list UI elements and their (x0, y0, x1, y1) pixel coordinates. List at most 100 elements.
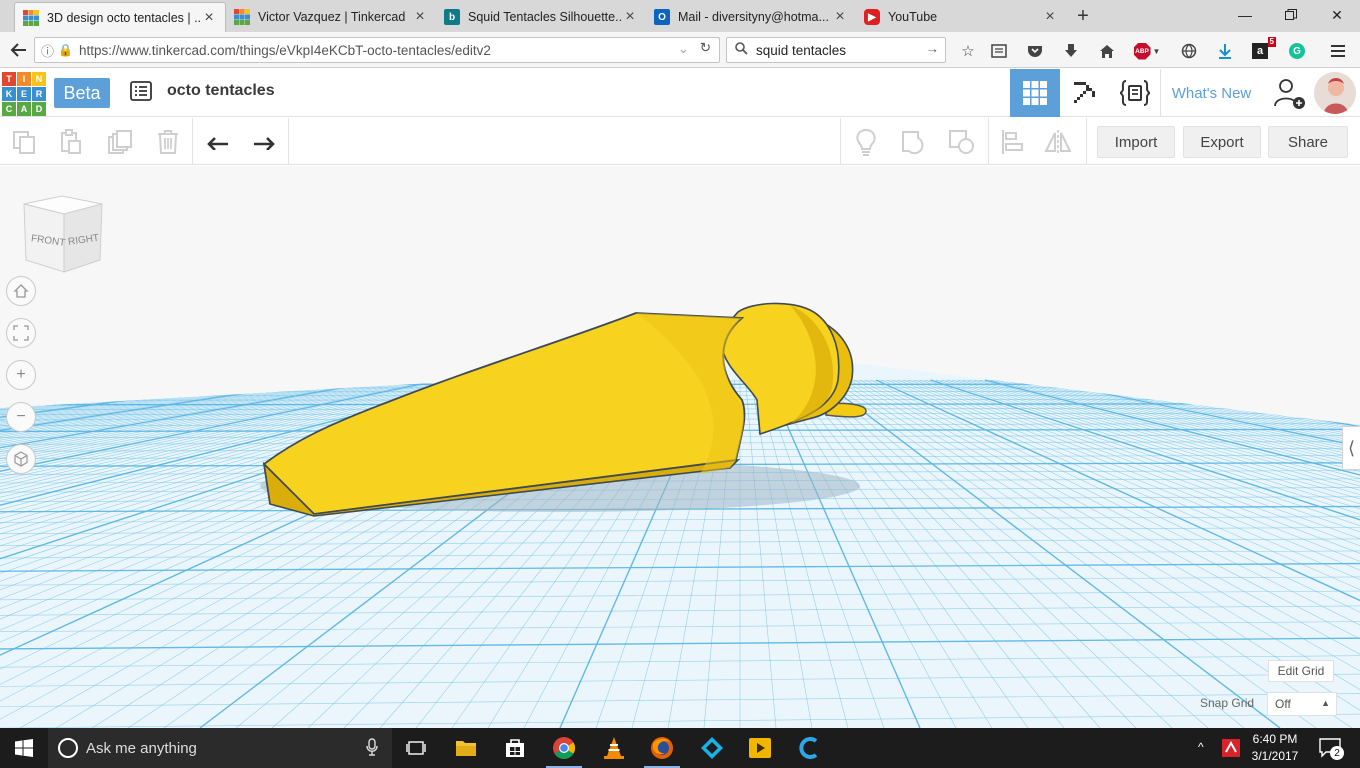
kodi-app[interactable] (688, 728, 736, 768)
export-button[interactable]: Export (1183, 126, 1261, 158)
search-go-icon[interactable]: → (926, 41, 940, 56)
download-status-icon[interactable] (1214, 40, 1236, 62)
vpn-globe-icon[interactable] (1178, 40, 1200, 62)
file-explorer-app[interactable] (442, 728, 490, 768)
view-cube[interactable]: FRONT RIGHT (23, 195, 103, 273)
redo-icon[interactable] (248, 126, 280, 158)
design-list-icon[interactable] (130, 81, 154, 103)
home-view-button[interactable] (6, 276, 36, 306)
group-icon[interactable] (898, 126, 930, 158)
bookmark-star-icon[interactable]: ☆ (957, 40, 979, 62)
logo-letter: K (2, 87, 16, 101)
delete-trash-icon[interactable] (152, 126, 184, 158)
tab-title: Squid Tentacles Silhouette... (468, 10, 622, 24)
close-tab-icon[interactable]: × (622, 8, 638, 26)
back-button[interactable] (6, 37, 32, 63)
store-bag-icon (506, 739, 524, 757)
media-player-app[interactable] (736, 728, 784, 768)
search-bar[interactable]: squid tentacles → (726, 37, 946, 63)
cortana-search-box[interactable]: Ask me anything (48, 728, 392, 768)
close-tab-icon[interactable]: × (1042, 8, 1058, 26)
close-tab-icon[interactable]: × (412, 8, 428, 26)
chrome-app[interactable] (540, 728, 588, 768)
close-tab-icon[interactable]: × (832, 8, 848, 26)
screen: 3D design octo tentacles | ... × Victor … (0, 0, 1360, 768)
chevron-up-icon[interactable]: ^ (1198, 740, 1204, 754)
tinkercad-favicon-icon (234, 9, 250, 25)
restore-window-button[interactable] (1268, 0, 1314, 30)
reload-icon[interactable]: ↻ (700, 40, 711, 56)
browser-tab-squid-silhouette[interactable]: b Squid Tentacles Silhouette... × (436, 2, 646, 32)
duplicate-icon[interactable] (104, 126, 136, 158)
dropdown-arrow-icon[interactable]: ⌄ (678, 41, 689, 57)
windows-logo-icon (15, 739, 33, 757)
tinkercad-header: TIN KER CAD Beta octo tentacles What's New (0, 69, 1360, 117)
paste-icon[interactable] (55, 126, 87, 158)
design-title[interactable]: octo tentacles (167, 82, 275, 100)
lock-icon: 🔒 (58, 43, 73, 57)
logo-letter: D (32, 102, 46, 116)
light-bulb-icon[interactable] (850, 126, 882, 158)
copy-icon[interactable] (8, 126, 40, 158)
action-center-icon[interactable]: 2 (1318, 737, 1344, 760)
add-collaborator-button[interactable] (1264, 69, 1314, 117)
tinkercad-logo[interactable]: TIN KER CAD (2, 72, 46, 116)
taskbar-clock[interactable]: 6:40 PM 3/1/2017 (1246, 731, 1304, 765)
clock-time: 6:40 PM (1252, 732, 1298, 746)
microphone-icon[interactable] (366, 738, 378, 760)
store-app[interactable] (491, 728, 539, 768)
downloads-arrow-icon[interactable] (1060, 40, 1082, 62)
mirror-icon[interactable] (1042, 126, 1074, 158)
close-window-button[interactable]: ✕ (1314, 0, 1360, 30)
logo-letter: C (2, 102, 16, 116)
tab-title: Mail - diversityny@hotma... (678, 10, 829, 24)
url-bar[interactable]: ⓘ 🔒 https://www.tinkercad.com/things/eVk… (34, 37, 720, 63)
user-avatar[interactable] (1314, 72, 1356, 114)
perspective-toggle-button[interactable] (6, 444, 36, 474)
adblock-plus-icon[interactable]: ABP ▼ (1131, 40, 1163, 62)
fit-view-button[interactable] (6, 318, 36, 348)
zoom-out-button[interactable]: − (6, 402, 36, 432)
align-icon[interactable] (996, 126, 1028, 158)
shapes-panel-toggle[interactable]: ⟨ (1342, 426, 1360, 470)
code-braces-icon (1119, 80, 1151, 106)
blocks-view-button[interactable] (1060, 69, 1110, 117)
task-view-button[interactable] (392, 728, 440, 768)
share-button[interactable]: Share (1268, 126, 1348, 158)
beta-badge[interactable]: Beta (54, 78, 110, 108)
hamburger-menu-icon[interactable] (1327, 40, 1349, 62)
vlc-app[interactable] (590, 728, 638, 768)
close-tab-icon[interactable]: × (201, 9, 217, 27)
vlc-cone-icon (604, 737, 624, 759)
ungroup-icon[interactable] (946, 126, 978, 158)
antivirus-tray-icon[interactable] (1221, 738, 1241, 763)
browser-tab-tinkercad-design[interactable]: 3D design octo tentacles | ... × (14, 2, 226, 32)
codeblocks-view-button[interactable] (1110, 69, 1160, 117)
undo-icon[interactable] (202, 126, 234, 158)
browser-tab-victor-vazquez[interactable]: Victor Vazquez | Tinkercad × (226, 2, 436, 32)
new-tab-button[interactable]: + (1072, 5, 1094, 27)
pocket-icon[interactable] (1024, 40, 1046, 62)
info-icon[interactable]: ⓘ (41, 41, 54, 60)
workplane-canvas[interactable]: FRONT RIGHT + − ⟨ Edit Grid Snap Grid Of… (0, 166, 1360, 728)
home-icon[interactable] (1096, 40, 1118, 62)
kodi-icon (701, 737, 723, 759)
firefox-app[interactable] (638, 728, 686, 768)
home-icon (13, 284, 29, 298)
3d-design-view-button[interactable] (1010, 69, 1060, 117)
whats-new-link[interactable]: What's New (1160, 69, 1262, 117)
snap-grid-select[interactable]: Off ▲ (1267, 692, 1337, 716)
logo-letter: N (32, 72, 46, 86)
browser-tab-mail[interactable]: O Mail - diversityny@hotma... × (646, 2, 856, 32)
amazon-extension-icon[interactable]: a 5 (1249, 37, 1276, 62)
minimize-window-button[interactable]: — (1222, 0, 1268, 30)
zoom-in-button[interactable]: + (6, 360, 36, 390)
start-button[interactable] (0, 728, 48, 768)
import-button[interactable]: Import (1097, 126, 1175, 158)
grammarly-icon[interactable]: G (1286, 40, 1308, 62)
creative-cloud-app[interactable] (786, 728, 834, 768)
browser-tab-youtube[interactable]: ▶ YouTube × (856, 2, 1066, 32)
reading-list-icon[interactable] (988, 40, 1010, 62)
edit-grid-button[interactable]: Edit Grid (1268, 660, 1334, 682)
youtube-favicon-icon: ▶ (864, 9, 880, 25)
